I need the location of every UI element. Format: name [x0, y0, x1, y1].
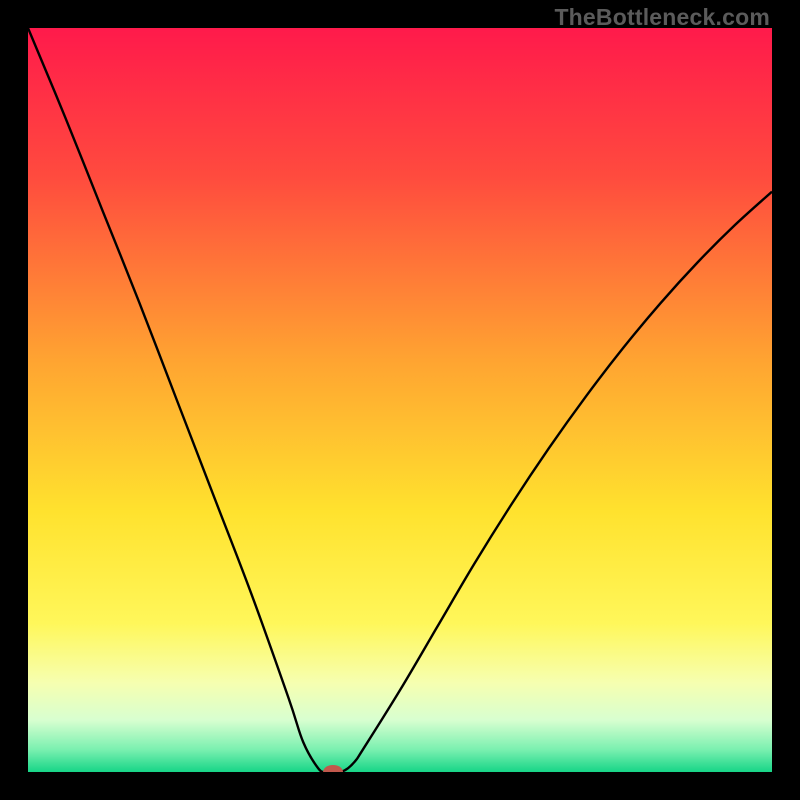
gradient-background [28, 28, 772, 772]
watermark-text: TheBottleneck.com [554, 4, 770, 31]
chart-frame: TheBottleneck.com [0, 0, 800, 800]
bottleneck-chart [28, 28, 772, 772]
plot-area [28, 28, 772, 772]
